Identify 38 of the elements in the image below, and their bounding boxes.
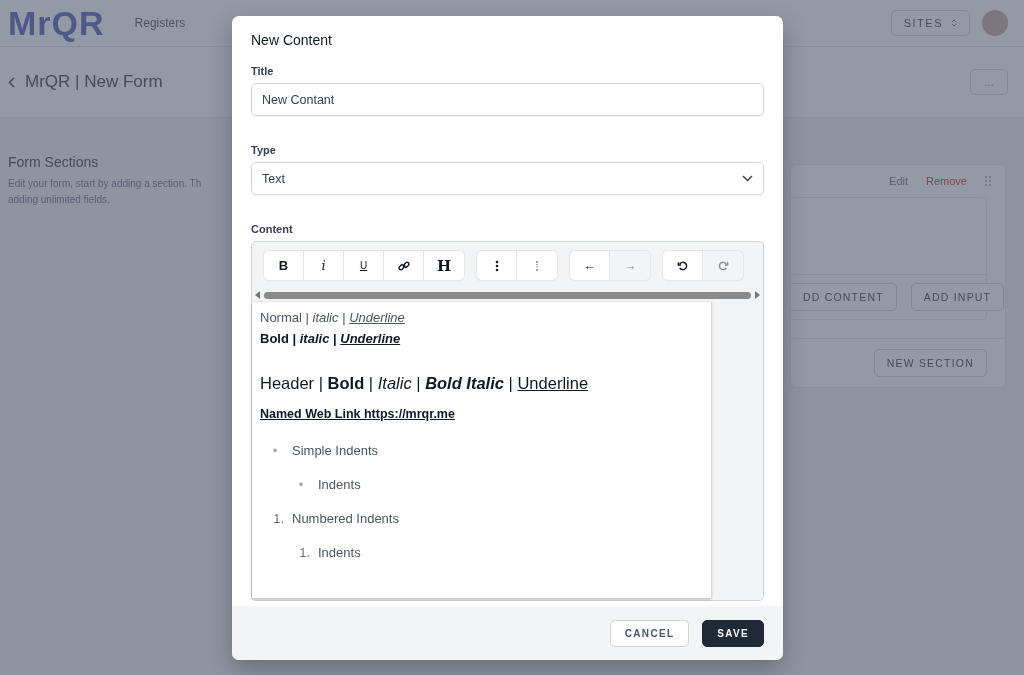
section-heading: Form Sections (8, 154, 100, 170)
page-title: MrQR | New Form (25, 72, 163, 92)
redo-icon (717, 260, 729, 271)
underline-button[interactable]: U (344, 251, 384, 280)
save-button[interactable]: SAVE (702, 619, 764, 647)
list-item: 1. Indents (298, 545, 362, 561)
editor-content[interactable]: Normal | italic | Underline Bold | italic | Underline Header | Bold | Italic | Bold Italic | Underline Named Web Link https://mrqr.me • Simple Indents • Indents 1. Numbered Indents 1. Indents (252, 302, 711, 598)
outdent-button[interactable]: ← (570, 251, 610, 280)
type-select[interactable]: Text (251, 162, 764, 195)
avatar[interactable] (982, 10, 1008, 36)
text-line: Bold | italic | Underline (260, 331, 402, 346)
list-item: • Indents (297, 477, 362, 493)
web-link[interactable]: Named Web Link https://mrqr.me (260, 407, 703, 421)
title-input[interactable]: New Contant (251, 83, 764, 116)
field-label: Title (251, 65, 275, 77)
field-label: Content (251, 223, 294, 235)
bold-button[interactable]: B (264, 251, 304, 280)
field-label: Type (251, 144, 277, 156)
chevron-updown-icon (951, 18, 957, 28)
cancel-button[interactable]: CANCEL (609, 619, 690, 647)
list-item: 1. Numbered Indents (272, 511, 400, 527)
drag-handle-icon[interactable] (985, 176, 991, 186)
undo-button[interactable] (663, 251, 703, 280)
heading-button[interactable]: H (424, 251, 464, 280)
vertical-dots-icon (494, 259, 499, 272)
bullets-button[interactable] (477, 251, 517, 280)
list-item: • Simple Indents (271, 443, 379, 459)
text-line: Normal | italic | Underline (260, 310, 406, 325)
italic-button[interactable]: i (304, 251, 344, 280)
numbers-button[interactable] (517, 251, 557, 280)
link-icon (397, 259, 410, 272)
link-button[interactable] (384, 251, 424, 280)
heading-line: Header | Bold | Italic | Bold Italic | Underline (260, 374, 590, 393)
undo-icon (677, 260, 688, 271)
back-chevron-icon[interactable] (8, 76, 15, 88)
dialog-title: New Content (251, 32, 333, 48)
numbered-dots-icon (535, 259, 539, 272)
chevron-down-icon (742, 175, 753, 182)
